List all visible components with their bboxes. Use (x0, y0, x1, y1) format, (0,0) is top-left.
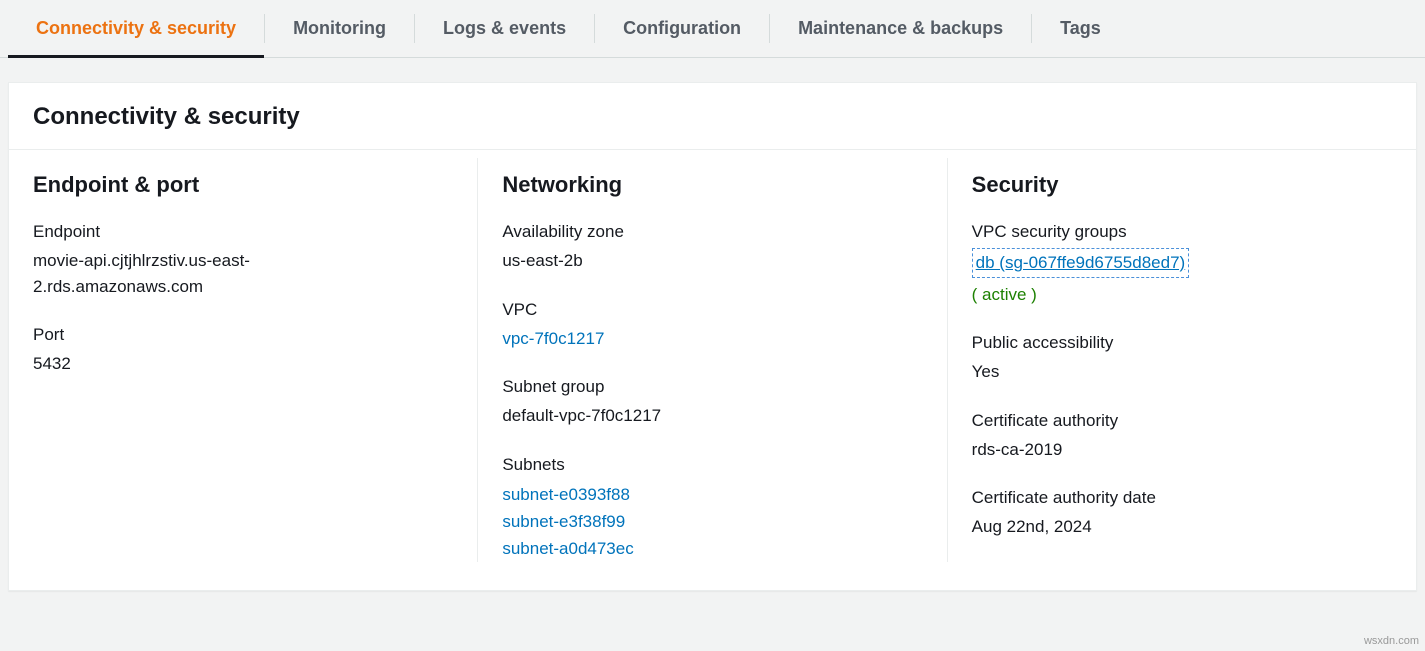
watermark: wsxdn.com (1364, 635, 1419, 647)
tab-maintenance-backups[interactable]: Maintenance & backups (770, 0, 1031, 57)
security-group-link[interactable]: db (sg-067ffe9d6755d8ed7) (972, 248, 1190, 278)
field-subnet-group: Subnet group default-vpc-7f0c1217 (502, 377, 922, 429)
tab-configuration[interactable]: Configuration (595, 0, 769, 57)
tab-monitoring[interactable]: Monitoring (265, 0, 414, 57)
field-availability-zone: Availability zone us-east-2b (502, 222, 922, 274)
spacer (0, 58, 1425, 82)
panel-body: Endpoint & port Endpoint movie-api.cjtjh… (9, 150, 1416, 590)
field-port: Port 5432 (33, 325, 453, 377)
ca-date-value: Aug 22nd, 2024 (972, 514, 1272, 540)
endpoint-port-heading: Endpoint & port (33, 172, 453, 198)
az-value: us-east-2b (502, 248, 802, 274)
field-endpoint: Endpoint movie-api.cjtjhlrzstiv.us-east-… (33, 222, 453, 299)
panel-title: Connectivity & security (33, 103, 1392, 131)
security-heading: Security (972, 172, 1392, 198)
subnet-group-label: Subnet group (502, 377, 922, 397)
ca-label: Certificate authority (972, 411, 1392, 431)
port-label: Port (33, 325, 453, 345)
subnets-list: subnet-e0393f88 subnet-e3f38f99 subnet-a… (502, 481, 802, 563)
tab-bar: Connectivity & security Monitoring Logs … (0, 0, 1425, 57)
subnet-group-value: default-vpc-7f0c1217 (502, 403, 802, 429)
subnet-link[interactable]: subnet-e0393f88 (502, 481, 802, 508)
ca-value: rds-ca-2019 (972, 437, 1272, 463)
field-vpc: VPC vpc-7f0c1217 (502, 300, 922, 352)
column-endpoint-port: Endpoint & port Endpoint movie-api.cjtjh… (9, 158, 477, 562)
field-subnets: Subnets subnet-e0393f88 subnet-e3f38f99 … (502, 455, 922, 563)
tab-tags[interactable]: Tags (1032, 0, 1129, 57)
vpc-label: VPC (502, 300, 922, 320)
networking-heading: Networking (502, 172, 922, 198)
field-certificate-authority: Certificate authority rds-ca-2019 (972, 411, 1392, 463)
vpc-link[interactable]: vpc-7f0c1217 (502, 329, 604, 348)
subnets-label: Subnets (502, 455, 922, 475)
port-value: 5432 (33, 351, 333, 377)
endpoint-label: Endpoint (33, 222, 453, 242)
subnet-link[interactable]: subnet-e3f38f99 (502, 508, 802, 535)
public-accessibility-label: Public accessibility (972, 333, 1392, 353)
sg-label: VPC security groups (972, 222, 1392, 242)
tab-connectivity-security[interactable]: Connectivity & security (8, 0, 264, 57)
ca-date-label: Certificate authority date (972, 488, 1392, 508)
subnet-link[interactable]: subnet-a0d473ec (502, 535, 802, 562)
endpoint-value: movie-api.cjtjhlrzstiv.us-east-2.rds.ama… (33, 248, 333, 299)
column-security: Security VPC security groups db (sg-067f… (947, 158, 1416, 562)
field-certificate-authority-date: Certificate authority date Aug 22nd, 202… (972, 488, 1392, 540)
connectivity-security-panel: Connectivity & security Endpoint & port … (8, 82, 1417, 591)
public-accessibility-value: Yes (972, 359, 1272, 385)
tab-logs-events[interactable]: Logs & events (415, 0, 594, 57)
security-group-status: ( active ) (972, 282, 1272, 308)
column-networking: Networking Availability zone us-east-2b … (477, 158, 946, 562)
az-label: Availability zone (502, 222, 922, 242)
panel-header: Connectivity & security (9, 83, 1416, 150)
field-public-accessibility: Public accessibility Yes (972, 333, 1392, 385)
field-vpc-security-groups: VPC security groups db (sg-067ffe9d6755d… (972, 222, 1392, 307)
